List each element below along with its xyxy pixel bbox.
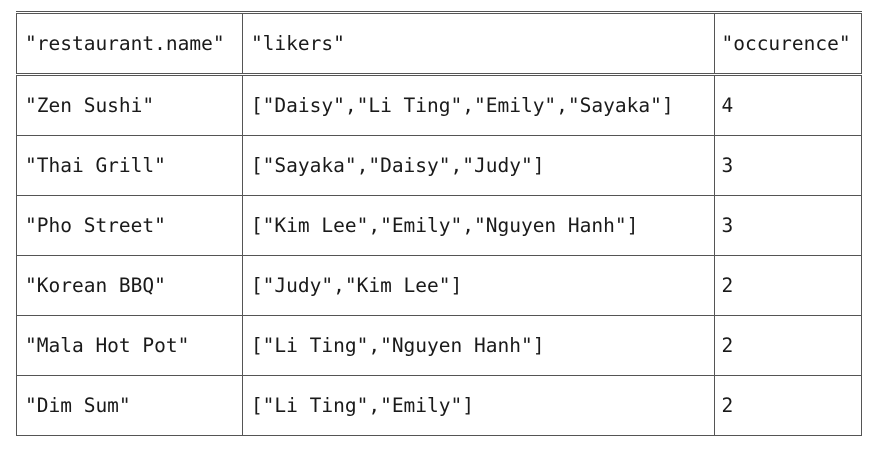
cell-likers: ["Judy","Kim Lee"]: [241, 255, 716, 316]
cell-occurence: 3: [714, 195, 862, 256]
header-row: "restaurant.name" "likers" "occurence": [16, 12, 862, 76]
cell-restaurant-name: "Pho Street": [16, 195, 243, 256]
query-result-table: "restaurant.name" "likers" "occurence" "…: [16, 11, 862, 436]
cell-occurence: 2: [714, 315, 862, 376]
table-row: "Zen Sushi" ["Daisy","Li Ting","Emily","…: [16, 74, 862, 136]
cell-restaurant-name: "Zen Sushi": [16, 74, 243, 136]
cell-likers: ["Li Ting","Emily"]: [241, 375, 716, 436]
cell-restaurant-name: "Korean BBQ": [16, 255, 243, 316]
cell-occurence: 3: [714, 135, 862, 196]
cell-likers: ["Li Ting","Nguyen Hanh"]: [241, 315, 716, 376]
table-row: "Korean BBQ" ["Judy","Kim Lee"] 2: [16, 255, 862, 316]
cell-restaurant-name: "Dim Sum": [16, 375, 243, 436]
cell-likers: ["Sayaka","Daisy","Judy"]: [241, 135, 716, 196]
table-row: "Mala Hot Pot" ["Li Ting","Nguyen Hanh"]…: [16, 315, 862, 376]
cell-occurence: 2: [714, 375, 862, 436]
table-body: "Zen Sushi" ["Daisy","Li Ting","Emily","…: [16, 74, 862, 436]
cell-occurence: 4: [714, 74, 862, 136]
table-row: "Dim Sum" ["Li Ting","Emily"] 2: [16, 375, 862, 436]
column-header-restaurant-name: "restaurant.name": [16, 12, 243, 76]
cell-restaurant-name: "Thai Grill": [16, 135, 243, 196]
cell-restaurant-name: "Mala Hot Pot": [16, 315, 243, 376]
cell-likers: ["Kim Lee","Emily","Nguyen Hanh"]: [241, 195, 716, 256]
column-header-occurence: "occurence": [714, 12, 862, 76]
table-header: "restaurant.name" "likers" "occurence": [16, 12, 862, 76]
table-row: "Thai Grill" ["Sayaka","Daisy","Judy"] 3: [16, 135, 862, 196]
cell-likers: ["Daisy","Li Ting","Emily","Sayaka"]: [241, 74, 716, 136]
cell-occurence: 2: [714, 255, 862, 316]
table-row: "Pho Street" ["Kim Lee","Emily","Nguyen …: [16, 195, 862, 256]
column-header-likers: "likers": [241, 12, 716, 76]
